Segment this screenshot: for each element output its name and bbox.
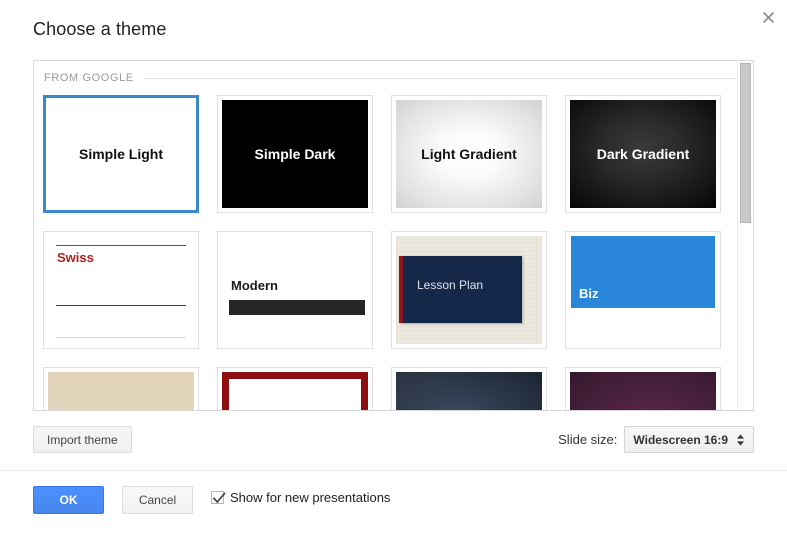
- close-icon[interactable]: [755, 4, 781, 30]
- slide-size-value: Widescreen 16:9: [633, 432, 728, 447]
- section-divider: [143, 77, 741, 79]
- theme-cell: Dark Gradient: [565, 95, 739, 231]
- theme-thumbnail: Simple Dark: [222, 100, 368, 208]
- lesson-plan-box: Lesson Plan: [399, 256, 522, 323]
- theme-card-navy-dark[interactable]: [391, 367, 547, 410]
- theme-card-dark-gradient[interactable]: Dark Gradient: [565, 95, 721, 213]
- theme-card-swiss[interactable]: Swiss: [43, 231, 199, 349]
- theme-label: Swiss: [57, 250, 94, 265]
- theme-section-label: FROM GOOGLE: [44, 72, 134, 84]
- theme-card-simple-dark[interactable]: Simple Dark: [217, 95, 373, 213]
- swiss-rule-top: [56, 245, 186, 246]
- theme-label: Biz: [579, 286, 599, 301]
- swiss-rule-mid: [56, 305, 186, 306]
- theme-thumbnail: Modern: [222, 236, 368, 344]
- theme-thumbnail: [396, 372, 542, 410]
- theme-card-light-gradient[interactable]: Light Gradient: [391, 95, 547, 213]
- theme-thumbnail: [48, 372, 194, 410]
- updown-arrows-icon: [736, 434, 745, 446]
- footer-divider: [0, 470, 787, 471]
- theme-cell: Simple Dark: [217, 95, 391, 231]
- theme-card-purple-dark[interactable]: [565, 367, 721, 410]
- show-for-new-presentations-label: Show for new presentations: [230, 490, 391, 505]
- slide-size-label: Slide size:: [558, 432, 618, 447]
- theme-cell: Lesson Plan: [391, 231, 565, 367]
- theme-list-scrollbar[interactable]: [737, 62, 752, 409]
- theme-cell: [43, 367, 217, 410]
- scrollbar-thumb[interactable]: [740, 63, 751, 223]
- theme-label: Modern: [231, 278, 278, 293]
- theme-thumbnail: Lesson Plan: [396, 236, 542, 344]
- theme-thumbnail: Swiss: [48, 236, 194, 344]
- theme-card-beige[interactable]: [43, 367, 199, 410]
- swiss-rule-bottom: [56, 337, 186, 338]
- choose-theme-dialog: Choose a theme FROM GOOGLE Simple Light: [0, 0, 787, 538]
- page-title: Choose a theme: [33, 19, 167, 39]
- theme-card-lesson-plan[interactable]: Lesson Plan: [391, 231, 547, 349]
- slide-size-select[interactable]: Widescreen 16:9: [624, 426, 754, 453]
- slide-size-group: Slide size: Widescreen 16:9: [558, 426, 754, 453]
- show-for-new-presentations-checkbox-group[interactable]: Show for new presentations: [211, 490, 390, 505]
- theme-cell: [217, 367, 391, 410]
- checkbox[interactable]: [211, 491, 226, 504]
- theme-thumbnail: Biz: [570, 236, 716, 344]
- theme-cell: Modern: [217, 231, 391, 367]
- theme-label: Simple Light: [79, 146, 163, 162]
- theme-card-red-frame[interactable]: [217, 367, 373, 410]
- import-theme-button[interactable]: Import theme: [33, 426, 132, 453]
- theme-card-biz[interactable]: Biz: [565, 231, 721, 349]
- cancel-button[interactable]: Cancel: [122, 486, 193, 514]
- theme-cell: Swiss: [43, 231, 217, 367]
- theme-section-header: FROM GOOGLE: [34, 63, 753, 93]
- theme-list-panel: FROM GOOGLE Simple Light Simple Dark Lig…: [33, 60, 754, 411]
- theme-scroll-area: FROM GOOGLE Simple Light Simple Dark Lig…: [34, 61, 753, 410]
- theme-label: Simple Dark: [254, 146, 336, 162]
- theme-thumbnail: Simple Light: [48, 100, 194, 208]
- theme-cell: Simple Light: [43, 95, 217, 231]
- theme-thumbnail: [222, 372, 368, 410]
- theme-label: Lesson Plan: [417, 278, 484, 292]
- theme-thumbnail: Dark Gradient: [570, 100, 716, 208]
- theme-cell: Light Gradient: [391, 95, 565, 231]
- checkmark-icon: [212, 492, 226, 504]
- modern-bar: [229, 300, 365, 315]
- theme-label: Light Gradient: [421, 146, 517, 162]
- ok-button[interactable]: OK: [33, 486, 104, 514]
- theme-card-simple-light[interactable]: Simple Light: [43, 95, 199, 213]
- theme-grid: Simple Light Simple Dark Light Gradient …: [34, 93, 753, 410]
- theme-thumbnail: Light Gradient: [396, 100, 542, 208]
- theme-card-modern[interactable]: Modern: [217, 231, 373, 349]
- theme-cell: [391, 367, 565, 410]
- theme-cell: [565, 367, 739, 410]
- theme-label: Dark Gradient: [596, 146, 690, 162]
- theme-cell: Biz: [565, 231, 739, 367]
- theme-thumbnail: [570, 372, 716, 410]
